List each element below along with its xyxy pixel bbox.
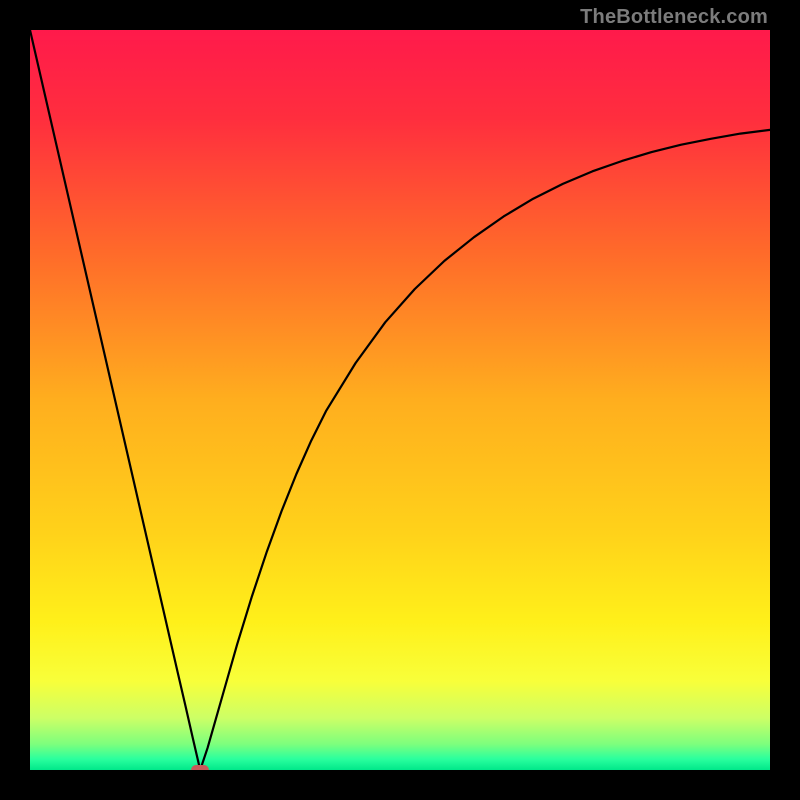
bottleneck-curve (30, 30, 770, 770)
watermark-text: TheBottleneck.com (580, 6, 768, 29)
optimum-marker (191, 765, 209, 770)
plot-area (30, 30, 770, 770)
chart-frame: TheBottleneck.com (0, 0, 800, 800)
